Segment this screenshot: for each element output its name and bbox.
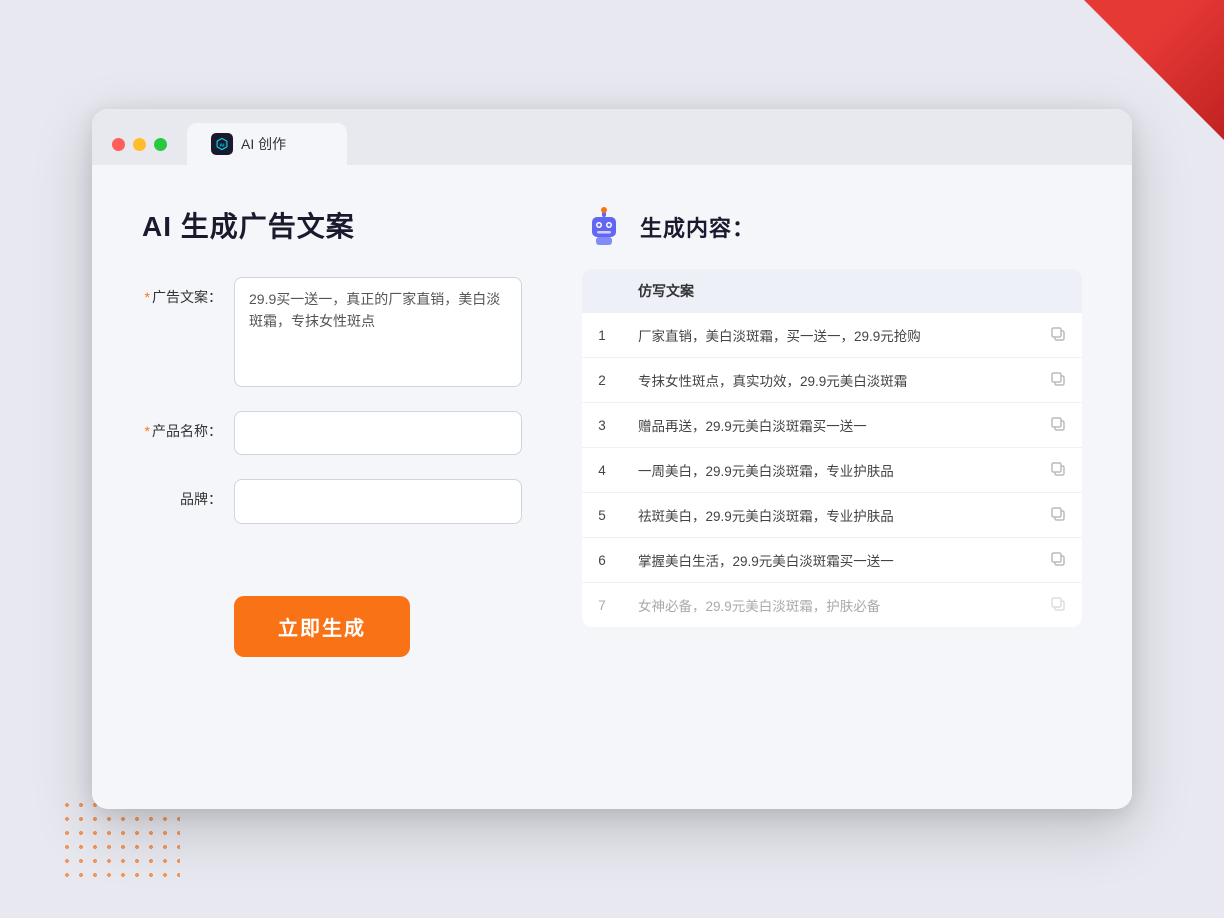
result-text: 祛斑美白，29.9元美白淡斑霜，专业护肤品 [622,493,1034,538]
right-panel-title: 生成内容： [640,211,755,243]
result-text: 掌握美白生活，29.9元美白淡斑霜买一送一 [622,538,1034,583]
row-number: 5 [582,493,622,538]
right-panel-header: 生成内容： [582,205,1082,249]
right-panel: 生成内容： 仿写文案 1厂家直销，美白淡斑霜，买一送一，29.9元抢购2专抹女性… [582,205,1082,765]
table-header-copy: 仿写文案 [622,269,1034,313]
table-row: 3赠品再送，29.9元美白淡斑霜买一送一 [582,403,1082,448]
result-text: 一周美白，29.9元美白淡斑霜，专业护肤品 [622,448,1034,493]
result-text: 厂家直销，美白淡斑霜，买一送一，29.9元抢购 [622,313,1034,358]
brand-label: 品牌： [142,479,222,509]
ai-tab-icon: AI [211,133,233,155]
result-text: 赠品再送，29.9元美白淡斑霜买一送一 [622,403,1034,448]
table-row: 5祛斑美白，29.9元美白淡斑霜，专业护肤品 [582,493,1082,538]
row-number: 6 [582,538,622,583]
submit-button[interactable]: 立即生成 [234,596,410,657]
ad-copy-label: *广告文案： [142,277,222,307]
svg-text:AI: AI [220,142,226,148]
product-name-input[interactable]: 美白淡斑霜 [234,411,522,455]
copy-button[interactable] [1034,493,1082,538]
table-header-row: 仿写文案 [582,269,1082,313]
browser-window: AI AI 创作 AI 生成广告文案 *广告文案： 29.9买一送一，真正的厂家… [92,109,1132,809]
results-table: 仿写文案 1厂家直销，美白淡斑霜，买一送一，29.9元抢购2专抹女性斑点，真实功… [582,269,1082,627]
bg-decoration-dots [60,798,180,878]
table-row: 2专抹女性斑点，真实功效，29.9元美白淡斑霜 [582,358,1082,403]
page-title: AI 生成广告文案 [142,205,522,245]
tab-title-text: AI 创作 [241,134,286,154]
browser-tab[interactable]: AI AI 创作 [187,123,347,165]
robot-icon [582,205,626,249]
copy-button[interactable] [1034,358,1082,403]
left-panel: AI 生成广告文案 *广告文案： 29.9买一送一，真正的厂家直销，美白淡斑霜，… [142,205,522,765]
ad-copy-group: *广告文案： 29.9买一送一，真正的厂家直销，美白淡斑霜，专抹女性斑点 [142,277,522,387]
copy-button[interactable] [1034,403,1082,448]
main-content: AI 生成广告文案 *广告文案： 29.9买一送一，真正的厂家直销，美白淡斑霜，… [92,165,1132,805]
table-header-num [582,269,622,313]
table-row: 1厂家直销，美白淡斑霜，买一送一，29.9元抢购 [582,313,1082,358]
ad-copy-input[interactable]: 29.9买一送一，真正的厂家直销，美白淡斑霜，专抹女性斑点 [234,277,522,387]
result-text: 专抹女性斑点，真实功效，29.9元美白淡斑霜 [622,358,1034,403]
copy-button[interactable] [1034,313,1082,358]
product-name-label: *产品名称： [142,411,222,441]
row-number: 1 [582,313,622,358]
maximize-button[interactable] [154,138,167,151]
table-row: 4一周美白，29.9元美白淡斑霜，专业护肤品 [582,448,1082,493]
copy-button[interactable] [1034,583,1082,628]
result-text: 女神必备，29.9元美白淡斑霜，护肤必备 [622,583,1034,628]
row-number: 3 [582,403,622,448]
browser-titlebar: AI AI 创作 [92,109,1132,165]
brand-group: 品牌： 好白 [142,479,522,523]
table-row: 6掌握美白生活，29.9元美白淡斑霜买一送一 [582,538,1082,583]
ad-copy-required: * [145,289,150,305]
minimize-button[interactable] [133,138,146,151]
row-number: 7 [582,583,622,628]
copy-button[interactable] [1034,538,1082,583]
table-header-action [1034,269,1082,313]
copy-button[interactable] [1034,448,1082,493]
product-name-required: * [145,423,150,439]
table-row: 7女神必备，29.9元美白淡斑霜，护肤必备 [582,583,1082,628]
row-number: 4 [582,448,622,493]
product-name-group: *产品名称： 美白淡斑霜 [142,411,522,455]
row-number: 2 [582,358,622,403]
window-controls [112,138,167,151]
close-button[interactable] [112,138,125,151]
brand-input[interactable]: 好白 [234,479,522,523]
